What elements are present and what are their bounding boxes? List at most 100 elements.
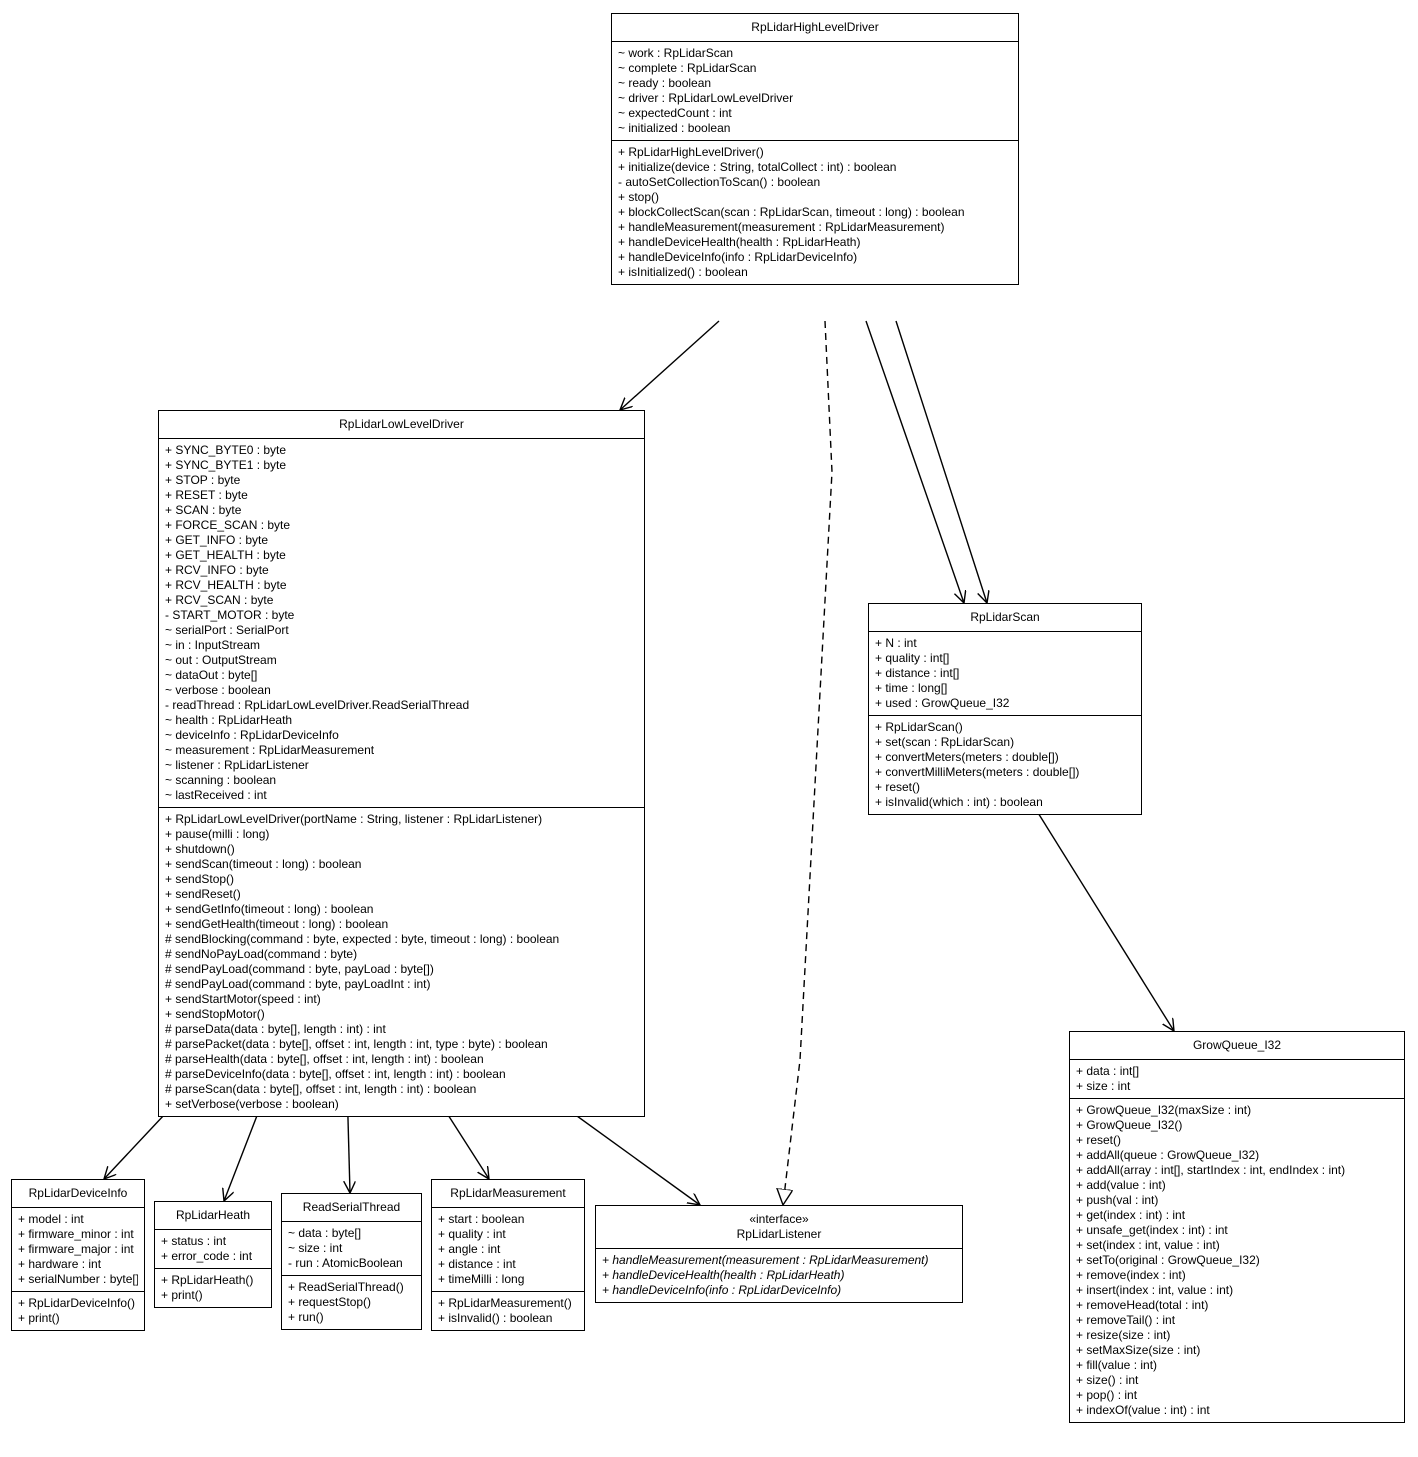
- class-title: RpLidarDeviceInfo: [12, 1180, 144, 1208]
- class-title: RpLidarLowLevelDriver: [159, 411, 644, 439]
- operation-row: + remove(index : int): [1076, 1268, 1398, 1283]
- operation-row: + size() : int: [1076, 1373, 1398, 1388]
- operation-row: + pause(milli : long): [165, 827, 638, 842]
- attribute-row: + status : int: [161, 1234, 265, 1249]
- operation-row: - autoSetCollectionToScan() : boolean: [618, 175, 1012, 190]
- operation-row: + reset(): [875, 780, 1135, 795]
- operation-row: # parseHealth(data : byte[], offset : in…: [165, 1052, 638, 1067]
- operation-row: + removeHead(total : int): [1076, 1298, 1398, 1313]
- operation-row: + blockCollectScan(scan : RpLidarScan, t…: [618, 205, 1012, 220]
- attribute-row: ~ in : InputStream: [165, 638, 638, 653]
- attribute-row: ~ lastReceived : int: [165, 788, 638, 803]
- operation-row: + RpLidarLowLevelDriver(portName : Strin…: [165, 812, 638, 827]
- arrow-2: [866, 321, 964, 603]
- operation-row: + resize(size : int): [1076, 1328, 1398, 1343]
- attribute-row: + size : int: [1076, 1079, 1398, 1094]
- class-name-label: RpLidarHighLevelDriver: [751, 20, 878, 34]
- class-GrowQueue_I32: GrowQueue_I32+ data : int[]+ size : int+…: [1069, 1031, 1405, 1423]
- attribute-row: ~ measurement : RpLidarMeasurement: [165, 743, 638, 758]
- operations-compartment: + GrowQueue_I32(maxSize : int)+ GrowQueu…: [1070, 1099, 1404, 1422]
- operation-row: + removeTail() : int: [1076, 1313, 1398, 1328]
- arrow-0: [620, 321, 719, 410]
- class-name-label: RpLidarMeasurement: [450, 1186, 565, 1200]
- attributes-compartment: + model : int+ firmware_minor : int+ fir…: [12, 1208, 144, 1292]
- operation-row: + sendStop(): [165, 872, 638, 887]
- operations-compartment: + RpLidarHighLevelDriver()+ initialize(d…: [612, 141, 1018, 284]
- class-title: RpLidarHighLevelDriver: [612, 14, 1018, 42]
- attribute-row: + used : GrowQueue_I32: [875, 696, 1135, 711]
- operation-row: + reset(): [1076, 1133, 1398, 1148]
- operation-row: + GrowQueue_I32(): [1076, 1118, 1398, 1133]
- operations-compartment: + handleMeasurement(measurement : RpLida…: [596, 1249, 962, 1302]
- operation-row: + RpLidarDeviceInfo(): [18, 1296, 138, 1311]
- operation-row: + indexOf(value : int) : int: [1076, 1403, 1398, 1418]
- operation-row: + RpLidarHighLevelDriver(): [618, 145, 1012, 160]
- attribute-row: + time : long[]: [875, 681, 1135, 696]
- attribute-row: + start : boolean: [438, 1212, 578, 1227]
- operation-row: + RpLidarScan(): [875, 720, 1135, 735]
- attribute-row: + firmware_major : int: [18, 1242, 138, 1257]
- attribute-row: + distance : int: [438, 1257, 578, 1272]
- attributes-compartment: + data : int[]+ size : int: [1070, 1060, 1404, 1099]
- operation-row: + RpLidarMeasurement(): [438, 1296, 578, 1311]
- operation-row: + handleDeviceHealth(health : RpLidarHea…: [602, 1268, 956, 1283]
- attribute-row: + serialNumber : byte[]: [18, 1272, 138, 1287]
- attribute-row: ~ scanning : boolean: [165, 773, 638, 788]
- operation-row: + handleDeviceInfo(info : RpLidarDeviceI…: [602, 1283, 956, 1298]
- attribute-row: ~ listener : RpLidarListener: [165, 758, 638, 773]
- operation-row: + shutdown(): [165, 842, 638, 857]
- class-title: RpLidarScan: [869, 604, 1141, 632]
- operation-row: + setVerbose(verbose : boolean): [165, 1097, 638, 1112]
- attribute-row: ~ work : RpLidarScan: [618, 46, 1012, 61]
- attribute-row: ~ ready : boolean: [618, 76, 1012, 91]
- operation-row: + requestStop(): [288, 1295, 415, 1310]
- attribute-row: ~ dataOut : byte[]: [165, 668, 638, 683]
- class-RpLidarScan: RpLidarScan+ N : int+ quality : int[]+ d…: [868, 603, 1142, 815]
- operations-compartment: + RpLidarLowLevelDriver(portName : Strin…: [159, 808, 644, 1116]
- attributes-compartment: + start : boolean+ quality : int+ angle …: [432, 1208, 584, 1292]
- attribute-row: + RCV_INFO : byte: [165, 563, 638, 578]
- attribute-row: ~ size : int: [288, 1241, 415, 1256]
- attribute-row: ~ verbose : boolean: [165, 683, 638, 698]
- operation-row: + stop(): [618, 190, 1012, 205]
- class-RpLidarHeath: RpLidarHeath + status : int+ error_code :…: [154, 1201, 272, 1308]
- operation-row: # sendNoPayLoad(command : byte): [165, 947, 638, 962]
- operation-row: + pop() : int: [1076, 1388, 1398, 1403]
- operation-row: + setMaxSize(size : int): [1076, 1343, 1398, 1358]
- attribute-row: + timeMilli : long: [438, 1272, 578, 1287]
- class-name-label: RpLidarLowLevelDriver: [339, 417, 464, 431]
- class-name-label: ReadSerialThread: [303, 1200, 400, 1214]
- attributes-compartment: + N : int+ quality : int[]+ distance : i…: [869, 632, 1141, 716]
- operation-row: # sendPayLoad(command : byte, payLoadInt…: [165, 977, 638, 992]
- operation-row: + handleMeasurement(measurement : RpLida…: [602, 1253, 956, 1268]
- attributes-compartment: ~ data : byte[]~ size : int- run : Atomi…: [282, 1222, 421, 1276]
- operation-row: + convertMeters(meters : double[]): [875, 750, 1135, 765]
- operation-row: + sendStopMotor(): [165, 1007, 638, 1022]
- attribute-row: ~ complete : RpLidarScan: [618, 61, 1012, 76]
- attribute-row: + SYNC_BYTE0 : byte: [165, 443, 638, 458]
- class-RpLidarLowLevelDriver: RpLidarLowLevelDriver + SYNC_BYTE0 : byte…: [158, 410, 645, 1117]
- class-title: RpLidarHeath: [155, 1202, 271, 1230]
- operation-row: + handleDeviceInfo(info : RpLidarDeviceI…: [618, 250, 1012, 265]
- operation-row: + fill(value : int): [1076, 1358, 1398, 1373]
- attribute-row: + SCAN : byte: [165, 503, 638, 518]
- attribute-row: ~ data : byte[]: [288, 1226, 415, 1241]
- operation-row: # parseDeviceInfo(data : byte[], offset …: [165, 1067, 638, 1082]
- operations-compartment: + RpLidarMeasurement()+ isInvalid() : bo…: [432, 1292, 584, 1330]
- attribute-row: + error_code : int: [161, 1249, 265, 1264]
- operation-row: + print(): [161, 1288, 265, 1303]
- arrow-4: [1035, 808, 1174, 1031]
- operation-row: + sendGetInfo(timeout : long) : boolean: [165, 902, 638, 917]
- attribute-row: + GET_INFO : byte: [165, 533, 638, 548]
- operations-compartment: + RpLidarScan()+ set(scan : RpLidarScan)…: [869, 716, 1141, 814]
- class-title: ReadSerialThread: [282, 1194, 421, 1222]
- operation-row: + run(): [288, 1310, 415, 1325]
- operation-row: + print(): [18, 1311, 138, 1326]
- operations-compartment: + ReadSerialThread()+ requestStop()+ run…: [282, 1276, 421, 1329]
- class-ReadSerialThread: ReadSerialThread ~ data : byte[]~ size : …: [281, 1193, 422, 1330]
- class-name-label: GrowQueue_I32: [1193, 1038, 1281, 1052]
- attribute-row: - readThread : RpLidarLowLevelDriver.Rea…: [165, 698, 638, 713]
- operation-row: + convertMilliMeters(meters : double[]): [875, 765, 1135, 780]
- operation-row: + RpLidarHeath(): [161, 1273, 265, 1288]
- class-title: RpLidarMeasurement: [432, 1180, 584, 1208]
